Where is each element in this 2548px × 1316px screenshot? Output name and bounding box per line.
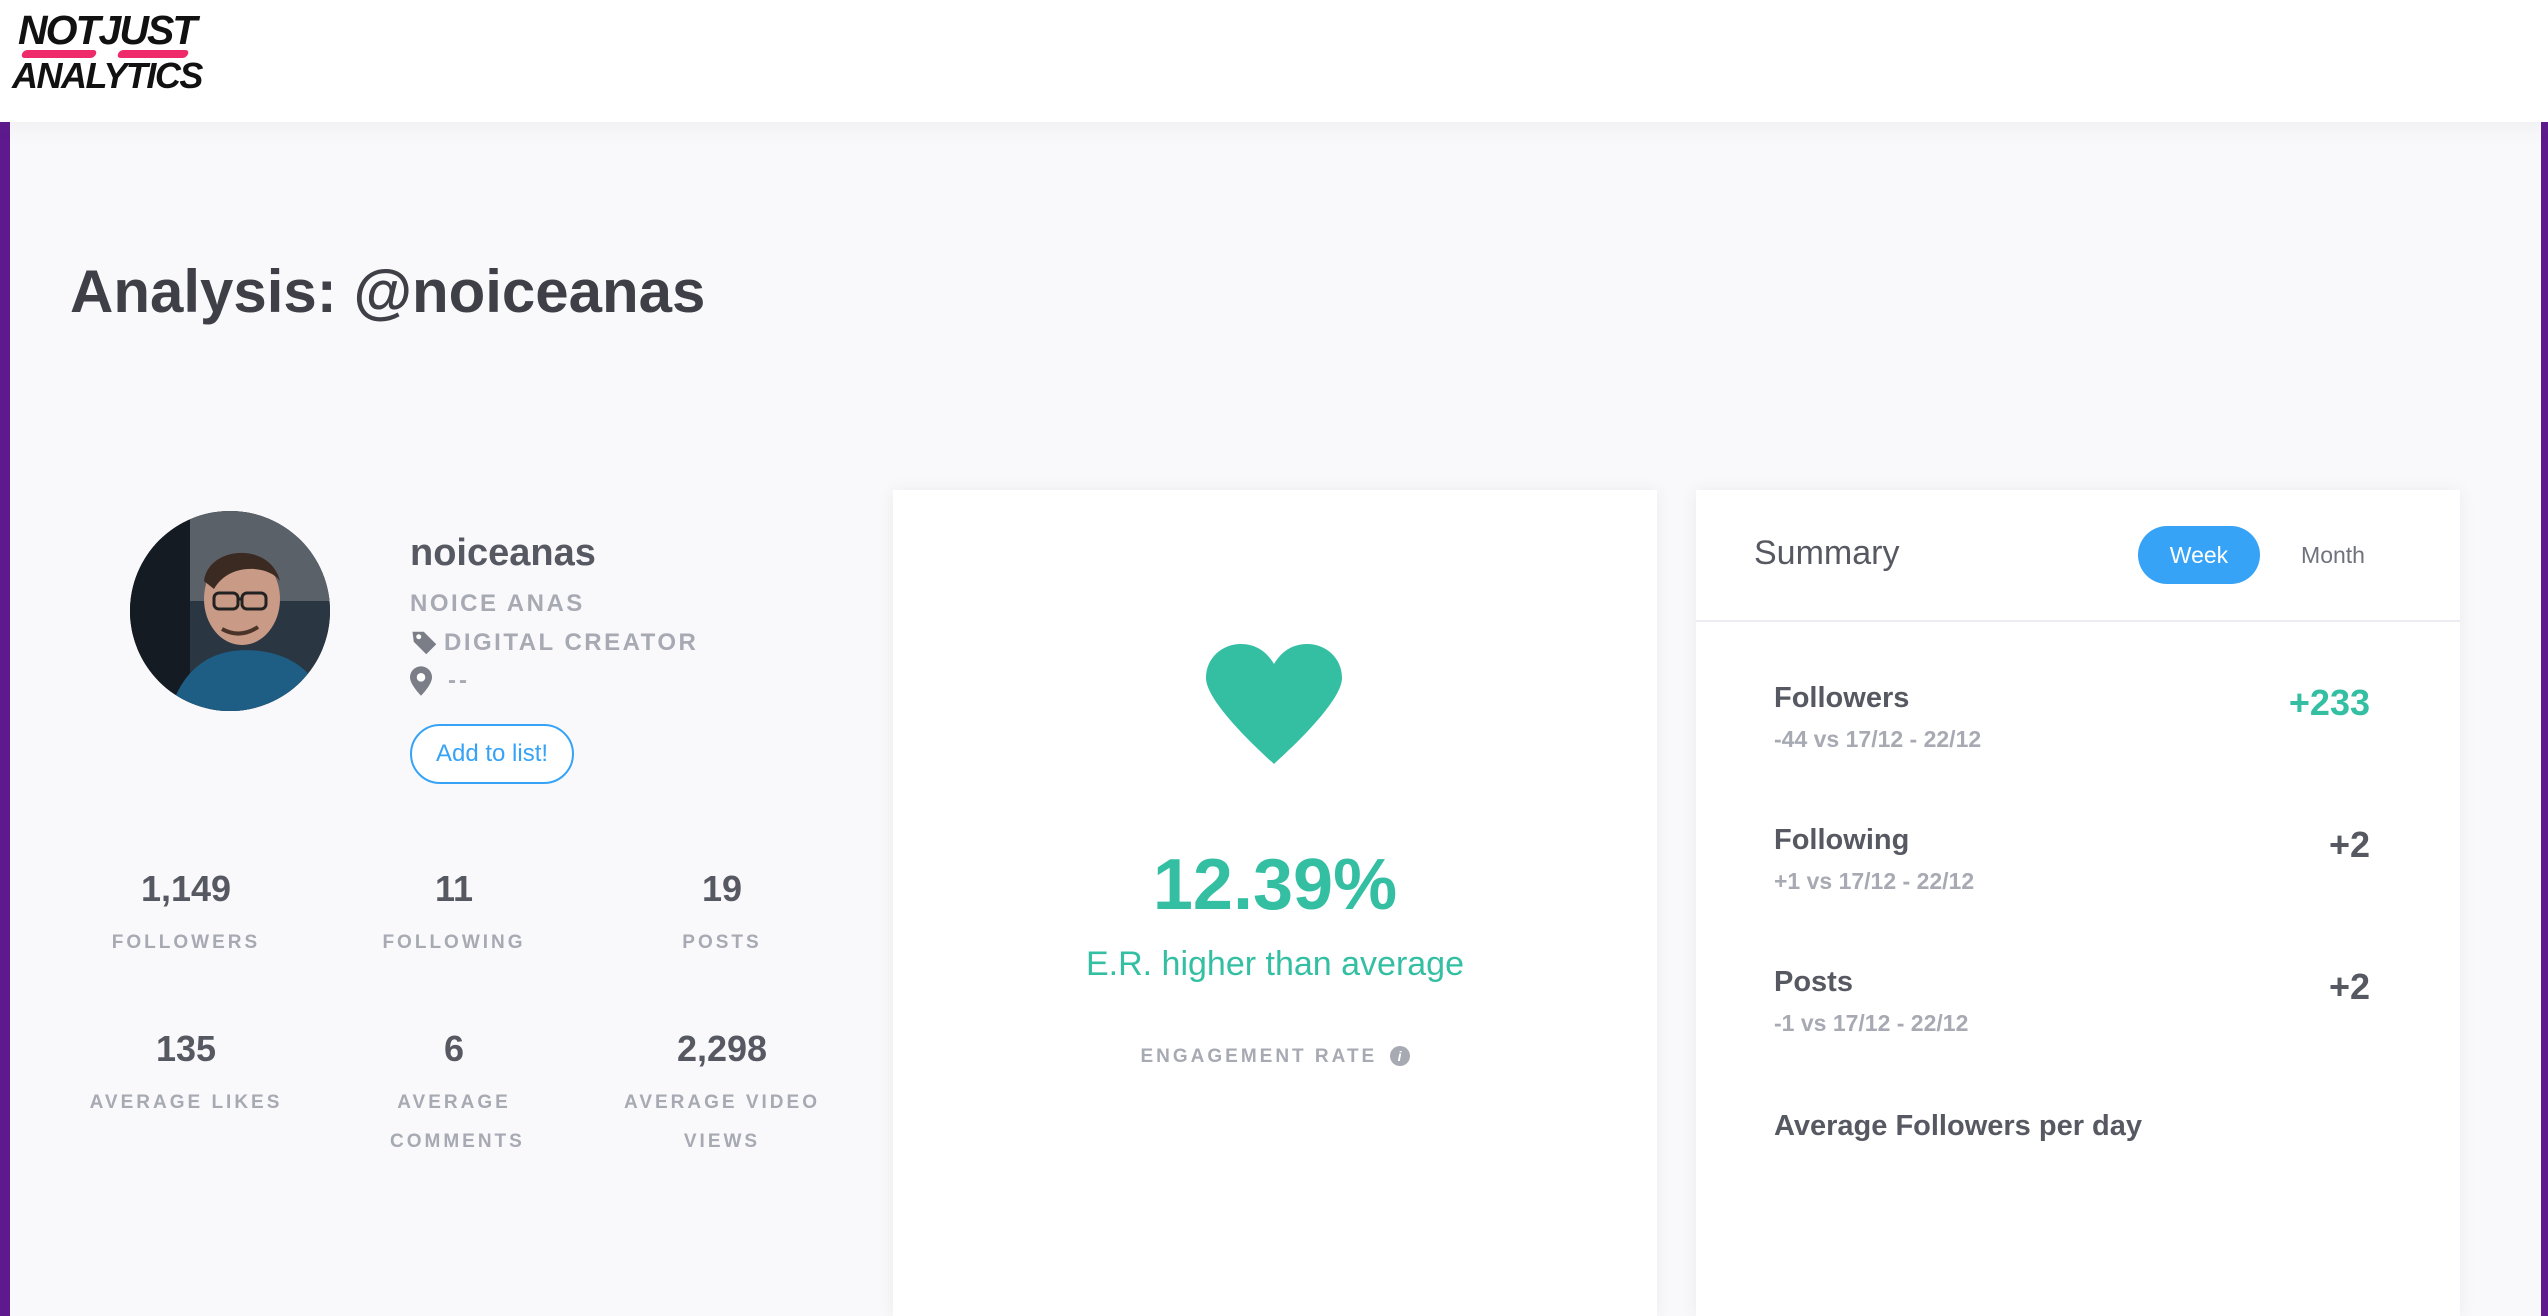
summary-card: Summary Week Month Followers -44 vs 17/1… — [1696, 490, 2460, 1316]
summary-row-label: Posts — [1774, 966, 1853, 998]
stat-value: 135 — [155, 1028, 217, 1069]
avatar — [130, 511, 330, 711]
summary-row-value: +233 — [2288, 682, 2370, 723]
stat-label: POSTS — [682, 932, 762, 953]
average-followers-per-day-label: Average Followers per day — [1774, 1110, 2143, 1142]
top-bar: NOTJUST ANALYTICS — [0, 0, 2548, 122]
stat-average-likes: 135 AVERAGE LIKES — [52, 1027, 320, 1122]
stat-label: AVERAGE COMMENTS — [390, 1092, 525, 1152]
stat-posts: 19 POSTS — [588, 867, 856, 962]
summary-title: Summary — [1754, 534, 1900, 572]
stat-value: 2,298 — [676, 1028, 768, 1069]
stat-value: 11 — [434, 868, 474, 909]
left-accent-bar — [0, 122, 10, 1316]
tab-month[interactable]: Month — [2274, 526, 2392, 584]
stat-label: AVERAGE VIDEO VIEWS — [624, 1092, 820, 1152]
location-pin-icon — [410, 666, 432, 696]
profile-category: DIGITAL CREATOR — [410, 628, 698, 658]
summary-row-comparison: -44 vs 17/12 - 22/12 — [1774, 726, 1982, 752]
engagement-rate-label: ENGAGEMENT RATE i — [893, 1046, 1657, 1068]
summary-row-comparison: -1 vs 17/12 - 22/12 — [1774, 1010, 1969, 1036]
stat-label: AVERAGE LIKES — [89, 1092, 283, 1113]
stat-label: FOLLOWING — [382, 932, 526, 953]
engagement-rate-label-text: ENGAGEMENT RATE — [1140, 1046, 1378, 1067]
stat-following: 11 FOLLOWING — [320, 867, 588, 962]
stat-average-video-views: 2,298 AVERAGE VIDEO VIEWS — [588, 1027, 856, 1161]
info-icon[interactable]: i — [1389, 1046, 1410, 1066]
profile-username: noiceanas — [410, 532, 596, 574]
stat-label: FOLLOWERS — [111, 932, 261, 953]
stat-value: 19 — [701, 868, 743, 909]
profile-location: -- — [410, 666, 470, 696]
logo-text-bottom: ANALYTICS — [12, 55, 203, 96]
engagement-rate-description: E.R. higher than average — [1085, 945, 1465, 983]
logo-text-top: NOTJUST — [18, 7, 197, 53]
summary-row-value: +2 — [2328, 824, 2370, 865]
summary-row-comparison: +1 vs 17/12 - 22/12 — [1774, 868, 1975, 894]
profile-full-name: NOICE ANAS — [410, 590, 585, 617]
stat-value: 1,149 — [140, 868, 232, 909]
stat-average-comments: 6 AVERAGE COMMENTS — [320, 1027, 588, 1161]
tag-icon — [410, 628, 440, 658]
heart-icon — [1206, 644, 1342, 764]
engagement-rate-value: 12.39% — [1152, 845, 1398, 925]
summary-header: Summary Week Month — [1696, 490, 2460, 622]
summary-row-label: Followers — [1774, 682, 1910, 714]
category-label: DIGITAL CREATOR — [444, 629, 699, 656]
summary-row-label: Following — [1774, 824, 1910, 856]
brand-logo[interactable]: NOTJUST ANALYTICS — [10, 7, 203, 96]
avatar-photo — [130, 511, 330, 711]
tab-week[interactable]: Week — [2138, 526, 2260, 584]
stat-followers: 1,149 FOLLOWERS — [52, 867, 320, 962]
add-to-list-button[interactable]: Add to list! — [410, 724, 574, 784]
engagement-card: 12.39% E.R. higher than average ENGAGEME… — [893, 490, 1657, 1316]
location-label: -- — [448, 667, 470, 694]
summary-row-value: +2 — [2328, 966, 2370, 1007]
page-title: Analysis: @noiceanas — [70, 258, 706, 325]
right-accent-bar — [2541, 122, 2548, 1316]
stat-value: 6 — [443, 1028, 465, 1069]
